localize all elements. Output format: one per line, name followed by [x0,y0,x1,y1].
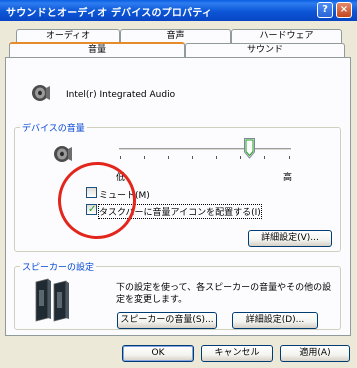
device-advanced-button[interactable]: 詳細設定(V)... [248,230,332,247]
ok-button[interactable]: OK [122,345,194,362]
speaker-settings-title: スピーカーの設定 [20,260,97,273]
slider-tick [192,156,193,159]
slider-tick [120,156,121,159]
slider-tick [144,156,145,159]
tab-audio[interactable]: オーディオ [16,29,120,43]
close-button[interactable]: × [336,2,352,18]
cancel-button[interactable]: キャンセル [201,345,273,362]
speaker-volume-button[interactable]: スピーカーの音量(S)... [117,312,217,329]
device-volume-title: デバイスの音量 [20,121,87,134]
volume-slider-track[interactable] [119,148,291,150]
speaker-settings-description: 下の設定を使って、各スピーカーの音量やその他の設定を変更します。 [116,283,332,305]
properties-window: サウンドとオーディオ デバイスのプロパティ ? × オーディオ 音声 ハードウェ… [0,0,357,368]
window-title: サウンドとオーディオ デバイスのプロパティ [6,8,213,19]
volume-speaker-icon [53,145,75,166]
speaker-volume-icon [31,84,53,105]
volume-slider-thumb[interactable] [244,138,255,162]
tab-sounds[interactable]: サウンド [185,43,345,57]
slider-tick [168,156,169,159]
tab-volume[interactable]: 音量 [9,42,185,57]
tab-hardware[interactable]: ハードウェア [231,29,342,43]
slider-tick [264,156,265,159]
slider-tick [216,156,217,159]
volume-high-label: 高 [283,173,293,183]
help-button[interactable]: ? [317,2,333,18]
speaker-advanced-button[interactable]: 詳細設定(D)... [232,312,318,329]
device-name: Intel(r) Integrated Audio [66,90,176,100]
speakers-icon [33,278,71,325]
apply-button[interactable]: 適用(A) [280,345,350,362]
tab-voice[interactable]: 音声 [120,29,231,43]
slider-tick [240,156,241,159]
title-bar[interactable]: サウンドとオーディオ デバイスのプロパティ ? × [0,0,357,21]
slider-tick [289,156,290,159]
